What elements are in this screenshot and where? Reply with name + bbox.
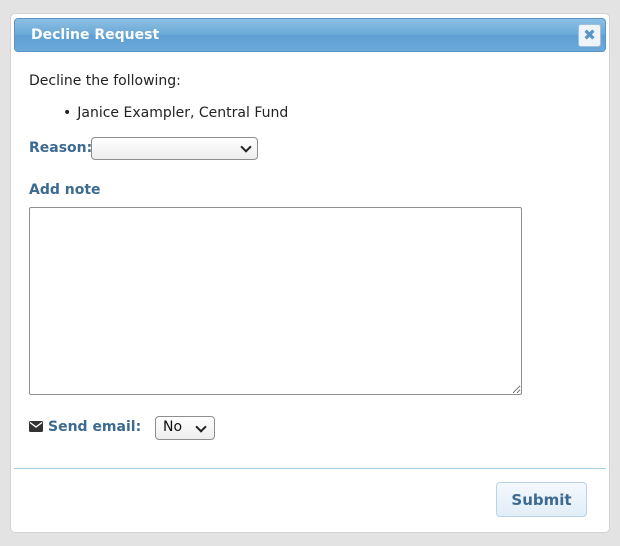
footer-divider [14,468,606,469]
decline-request-dialog: Decline Request ✖ Decline the following:… [10,13,610,533]
decline-intro-text: Decline the following: [29,73,181,89]
bullet-icon: • [63,105,72,121]
submit-button[interactable]: Submit [496,482,587,517]
envelope-icon [29,421,43,432]
send-email-select-value: No [163,419,183,435]
send-email-select[interactable]: No [155,416,215,440]
dialog-title: Decline Request [31,27,160,43]
reason-label: Reason: [29,140,93,156]
dialog-titlebar[interactable]: Decline Request ✖ [14,18,606,52]
reason-select[interactable] [91,137,258,160]
chevron-down-icon [195,421,207,433]
send-email-label: Send email: [48,419,142,435]
list-item: • Janice Exampler, Central Fund [63,105,288,121]
note-textarea[interactable] [29,207,522,395]
close-button[interactable]: ✖ [578,24,601,47]
add-note-label: Add note [29,182,101,198]
list-item-text: Janice Exampler, Central Fund [77,105,289,121]
chevron-down-icon [240,141,252,153]
